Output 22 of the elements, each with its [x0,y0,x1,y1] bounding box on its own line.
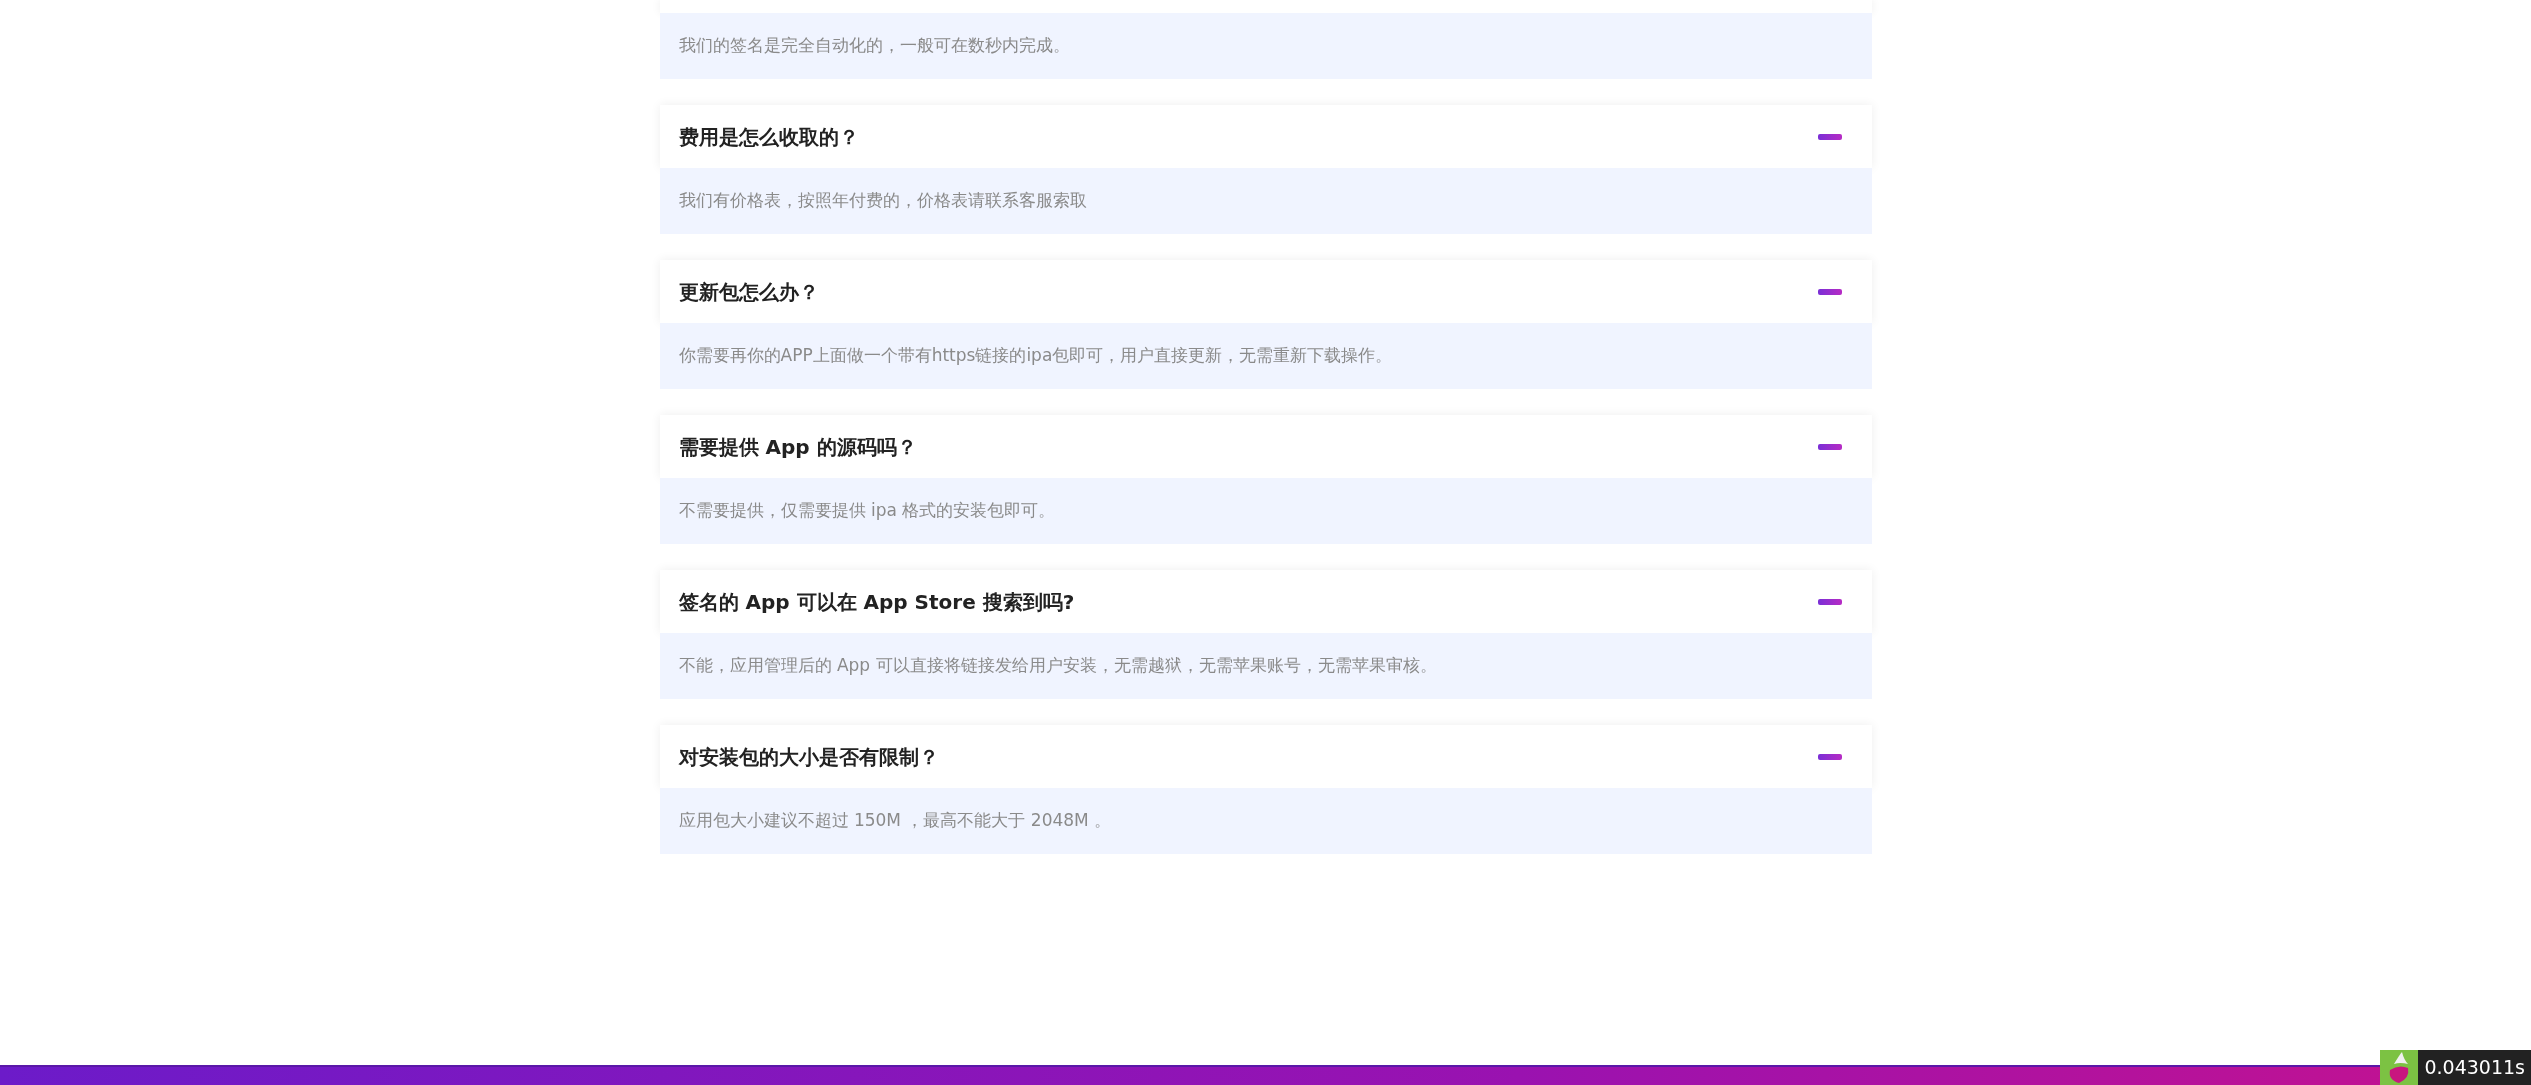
minus-icon[interactable] [1817,133,1842,140]
faq-answer: 不需要提供，仅需要提供 ipa 格式的安装包即可。 [678,499,1056,523]
faq-question-header[interactable]: 签名的 App 可以在 App Store 搜索到吗? [659,570,1872,633]
faq-question: 费用是怎么收取的？ [678,123,859,151]
minus-icon[interactable] [1817,753,1842,760]
faq-answer: 你需要再你的APP上面做一个带有https链接的ipa包即可，用户直接更新，无需重新下载操作。 [678,344,1393,368]
faq-question: 需要提供 App 的源码吗？ [678,433,917,461]
faq-answer: 我们有价格表，按照年付费的，价格表请联系客服索取 [678,189,1087,213]
faq-question-header[interactable]: 需要提供 App 的源码吗？ [659,415,1872,478]
minus-icon[interactable] [1817,598,1842,605]
faq-question: 更新包怎么办？ [678,278,819,306]
faq-question-header[interactable]: 对安装包的大小是否有限制？ [659,725,1872,788]
faq-question-header[interactable]: 费用是怎么收取的？ [659,105,1872,168]
faq-question: 签名的 App 可以在 App Store 搜索到吗? [678,588,1075,616]
faq-answer: 我们的签名是完全自动化的，一般可在数秒内完成。 [678,34,1070,58]
minus-icon[interactable] [1817,443,1842,450]
minus-icon[interactable] [1817,288,1842,295]
faq-answer: 应用包大小建议不超过 150M ，最高不能大于 2048M 。 [678,809,1112,833]
faq-question-header[interactable]: 更新包怎么办？ [659,260,1872,323]
faq-question: 对安装包的大小是否有限制？ [678,743,939,771]
render-time: 0.043011s [2418,1050,2531,1085]
faq-answer: 不能，应用管理后的 App 可以直接将链接发给用户安装，无需越狱，无需苹果账号，无需苹果审核。 [678,654,1437,678]
